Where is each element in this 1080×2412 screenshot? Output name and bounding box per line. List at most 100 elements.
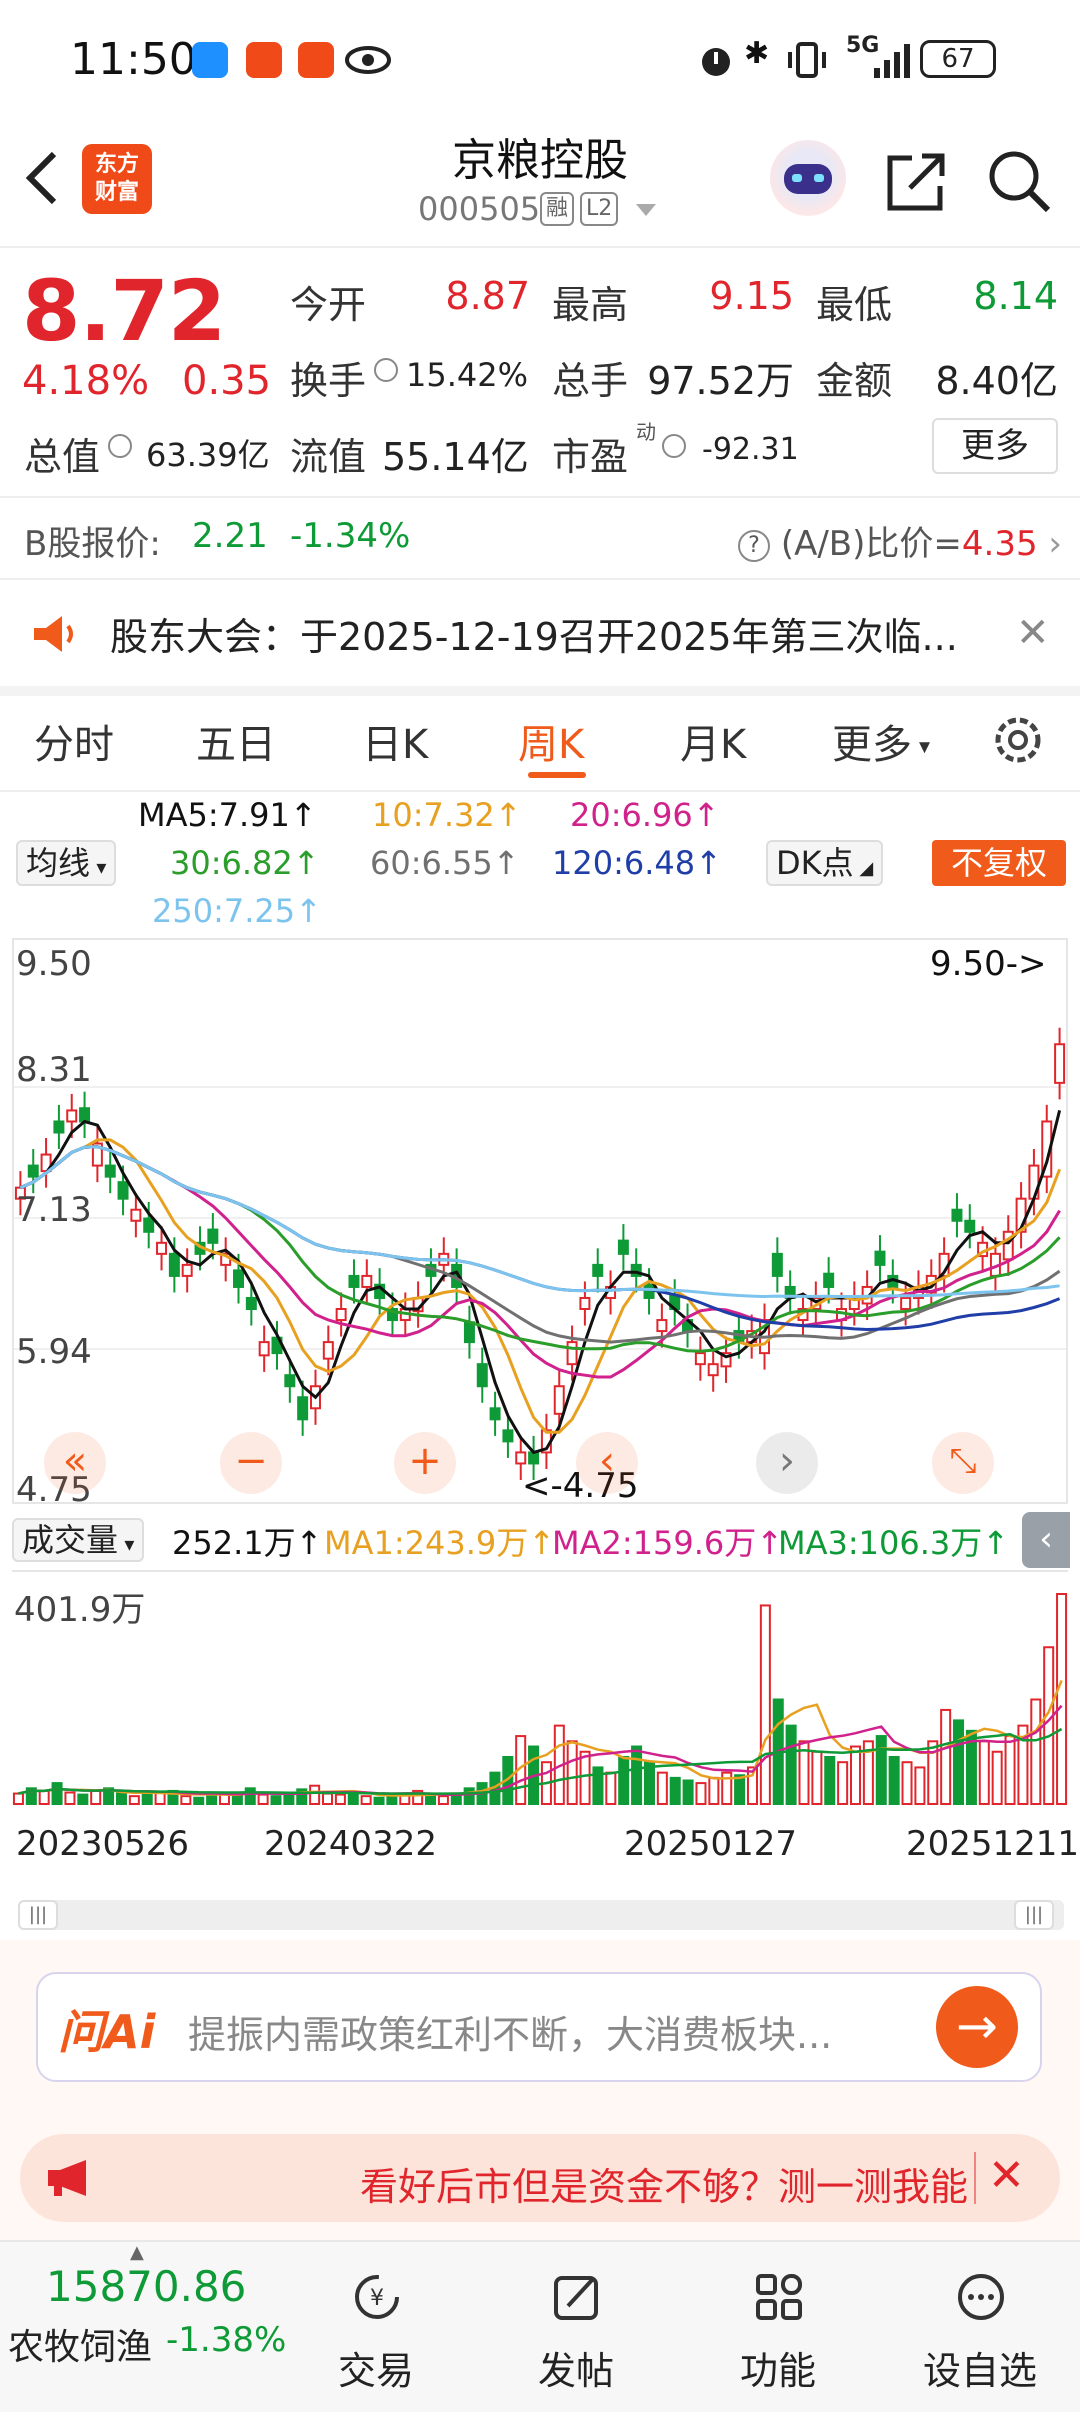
volume-bar — [64, 1791, 76, 1806]
chart-scrollbar[interactable] — [18, 1900, 1064, 1930]
candle-body — [130, 1208, 142, 1222]
ratio-value: 4.35 — [961, 524, 1038, 564]
nav-trade[interactable]: ¥ 交易 — [306, 2240, 446, 2412]
candle-body — [66, 1109, 78, 1123]
more-circle-icon — [958, 2274, 1004, 2320]
volume-bar — [1056, 1593, 1068, 1805]
notice-text[interactable]: 股东大会：于2025-12-19召开2025年第三次临... — [110, 606, 958, 661]
volume-bar — [1043, 1646, 1055, 1806]
ab-ratio[interactable]: ? (A/B)比价=4.35 › — [738, 516, 1062, 565]
chevron-down-icon[interactable] — [634, 202, 658, 218]
scroll-handle-left[interactable]: ||| — [18, 1900, 58, 1930]
search-icon[interactable] — [986, 148, 1052, 214]
next-icon[interactable]: › — [756, 1432, 818, 1494]
caret-down-icon: ▾ — [90, 855, 107, 879]
float-label: 流值 — [290, 435, 367, 479]
x-tick: 20250127 — [624, 1824, 798, 1864]
volume-bar — [386, 1795, 398, 1806]
scroll-handle-right[interactable]: ||| — [1014, 1900, 1054, 1930]
y-tick: 5.94 — [16, 1332, 92, 1372]
eastmoney-app-icon — [246, 42, 282, 78]
volume-bar — [360, 1795, 372, 1806]
candle-body — [874, 1250, 886, 1266]
volume-bar — [51, 1782, 63, 1805]
volume-bar — [850, 1745, 862, 1805]
vol-ma3-legend: MA3:106.3万↑ — [778, 1524, 1010, 1562]
zoom-out-icon[interactable]: − — [220, 1432, 282, 1494]
prev-icon[interactable]: ‹ — [576, 1432, 638, 1494]
tab-more[interactable]: 更多 ▾ — [832, 712, 930, 770]
volume-bar — [437, 1795, 449, 1806]
kline-svg[interactable] — [14, 940, 1066, 1502]
pe-value: -92.31 — [702, 432, 799, 467]
candle-body — [502, 1429, 514, 1443]
nav-functions[interactable]: 功能 — [708, 2240, 848, 2412]
volume-bar — [734, 1774, 746, 1805]
tab-five-day[interactable]: 五日 — [196, 712, 276, 770]
signal-icon — [874, 44, 910, 78]
volume-bar — [914, 1766, 926, 1805]
volume-bar — [115, 1792, 127, 1805]
nav-post[interactable]: 发帖 — [506, 2240, 646, 2412]
pe-label: 市盈 — [552, 435, 629, 479]
ai-robot-icon[interactable] — [770, 140, 846, 216]
ai-prompt-text[interactable]: 提振内需政策红利不断，大消费板块... — [188, 2004, 832, 2059]
volume-legend: 252.1万↑ — [172, 1524, 323, 1562]
sector-name[interactable]: 农牧饲渔 — [8, 2318, 152, 2370]
adjust-button[interactable]: 不复权 — [932, 840, 1066, 886]
caret-up-icon[interactable]: ▲ — [130, 2242, 144, 2263]
x-tick: 20240322 — [264, 1824, 438, 1864]
more-button[interactable]: 更多 — [932, 418, 1058, 474]
dk-select[interactable]: DK点 ◢ — [766, 840, 884, 886]
tab-daily-k[interactable]: 日K — [362, 712, 428, 770]
kline-chart[interactable] — [12, 938, 1068, 1504]
tab-monthly-k[interactable]: 月K — [680, 712, 746, 770]
gear-icon[interactable] — [990, 712, 1046, 768]
y-tick: 7.13 — [16, 1190, 92, 1230]
grid-icon — [756, 2274, 802, 2320]
indicator-select[interactable]: 均线 ▾ — [16, 840, 117, 886]
fullscreen-icon[interactable]: ⤡ — [932, 1432, 994, 1494]
volume-bar — [77, 1793, 89, 1806]
collapse-panel-icon[interactable]: ‹ — [1022, 1512, 1070, 1568]
volume-bar — [257, 1793, 269, 1806]
divider — [0, 790, 1080, 792]
volume-value: 97.52万 — [647, 359, 794, 403]
candle-body — [823, 1272, 835, 1288]
volume-bar — [141, 1793, 153, 1806]
share-icon[interactable] — [884, 150, 948, 214]
volume-bar — [837, 1761, 849, 1806]
candle-body — [964, 1219, 976, 1233]
close-icon[interactable]: ✕ — [988, 2150, 1025, 2201]
tab-weekly-k[interactable]: 周K — [518, 712, 584, 770]
candle-body — [79, 1107, 91, 1123]
change-value: 0.35 — [182, 358, 272, 404]
candle-body — [515, 1451, 527, 1465]
arrow-right-icon[interactable]: → — [936, 1986, 1018, 2068]
mktcap-label: 总值 — [24, 435, 101, 479]
volume-svg[interactable] — [12, 1572, 1068, 1812]
info-icon[interactable] — [108, 434, 132, 458]
divider — [0, 496, 1080, 498]
candle-body — [258, 1341, 270, 1357]
help-icon[interactable]: ? — [738, 529, 770, 562]
status-bar: 11:50 ✱ 5G 67 — [0, 0, 1080, 120]
close-icon[interactable]: ✕ — [1016, 610, 1050, 656]
scroll-left-fast-icon[interactable]: « — [44, 1432, 106, 1494]
sector-index-value[interactable]: 15870.86 — [46, 2262, 246, 2311]
float-value: 55.14亿 — [382, 435, 529, 479]
nav-add-watchlist[interactable]: 设自选 — [910, 2240, 1050, 2412]
volume-indicator-select[interactable]: 成交量 ▾ — [12, 1518, 145, 1562]
zoom-in-icon[interactable]: + — [394, 1432, 456, 1494]
candle-body — [694, 1352, 706, 1366]
info-icon[interactable] — [662, 434, 686, 458]
back-icon[interactable] — [22, 148, 62, 208]
volume-chart[interactable] — [12, 1570, 1068, 1810]
volume-bar — [785, 1724, 797, 1806]
info-icon[interactable] — [374, 358, 398, 382]
nav-functions-label: 功能 — [739, 2349, 816, 2393]
change-percent: 4.18% — [22, 358, 150, 404]
volume-bar — [824, 1755, 836, 1805]
ad-text[interactable]: 看好后市但是资金不够？测一测我能 — [360, 2156, 968, 2211]
tab-intraday[interactable]: 分时 — [34, 712, 114, 770]
